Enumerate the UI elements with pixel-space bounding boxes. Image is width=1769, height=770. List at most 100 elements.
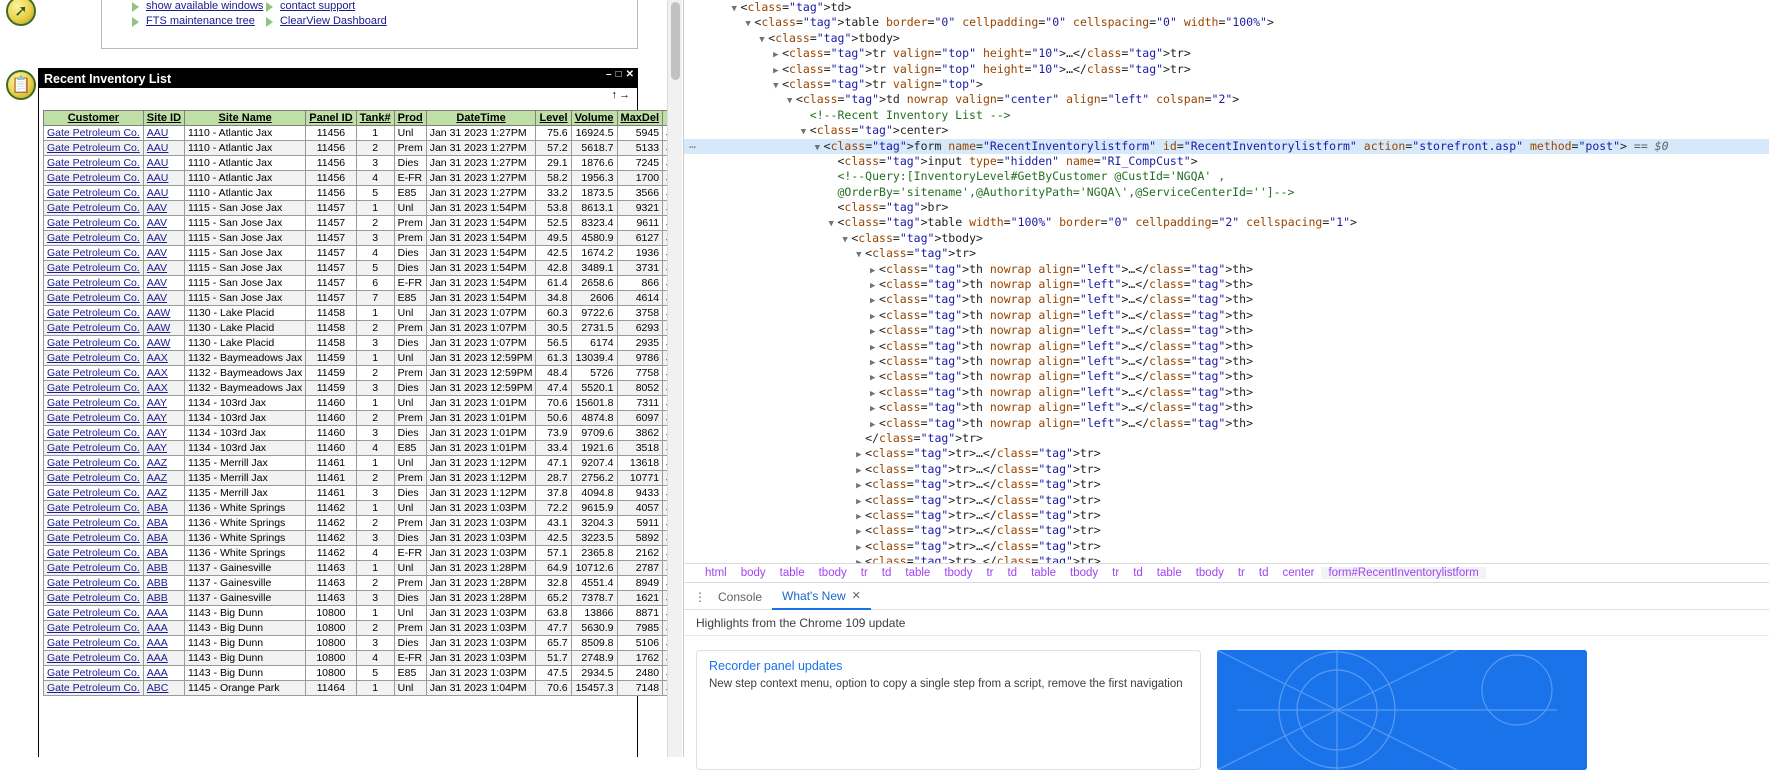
site-id-link[interactable]: AAU	[147, 142, 169, 154]
link-show-available-windows[interactable]: show available windows	[146, 1, 263, 12]
quick-link-row[interactable]: show available windows	[132, 1, 266, 12]
dom-node[interactable]: <class="tag">th nowrap align="left">…</c…	[684, 292, 1769, 307]
column-header-tank[interactable]: Tank#	[355, 110, 395, 126]
site-id-link[interactable]: AAV	[147, 277, 167, 289]
whats-new-card-title[interactable]: Recorder panel updates	[709, 659, 1188, 673]
table-row[interactable]: Gate Petroleum Co. AAV 1115 - San Jose Jax…	[43, 215, 682, 231]
breadcrumb-item[interactable]: table	[1024, 567, 1063, 579]
dom-node[interactable]: <class="tag">tr>…</class="tag">tr>	[684, 508, 1769, 523]
close-icon[interactable]: ✕	[626, 70, 634, 80]
column-header-prod[interactable]: Prod	[393, 110, 427, 126]
table-row[interactable]: Gate Petroleum Co. AAY 1134 - 103rd Jax 114…	[43, 425, 682, 441]
dom-node[interactable]: <class="tag">table width="100%" border="…	[684, 215, 1769, 230]
table-row[interactable]: Gate Petroleum Co. AAA 1143 - Big Dunn 1080…	[43, 635, 682, 651]
site-id-link[interactable]: ABB	[147, 562, 168, 574]
dom-node[interactable]: <class="tag">table border="0" cellpaddin…	[684, 15, 1769, 30]
dom-node[interactable]: <class="tag">tr>…</class="tag">tr>	[684, 554, 1769, 563]
column-header-volume[interactable]: Volume	[570, 110, 618, 126]
table-row[interactable]: Gate Petroleum Co. AAX 1132 - Baymeadows J…	[43, 350, 682, 366]
close-icon[interactable]: ✕	[852, 589, 861, 602]
site-id-link[interactable]: ABA	[147, 547, 168, 559]
devtools-elements-tree[interactable]: <class="tag">td> <class="tag">table bord…	[684, 0, 1769, 563]
customer-link[interactable]: Gate Petroleum Co.	[47, 412, 140, 424]
customer-link[interactable]: Gate Petroleum Co.	[47, 577, 140, 589]
dom-node[interactable]: <class="tag">th nowrap align="left">…</c…	[684, 354, 1769, 369]
site-id-link[interactable]: AAZ	[147, 457, 167, 469]
customer-link[interactable]: Gate Petroleum Co.	[47, 442, 140, 454]
table-row[interactable]: Gate Petroleum Co. AAV 1115 - San Jose Jax…	[43, 245, 682, 261]
table-row[interactable]: Gate Petroleum Co. AAZ 1135 - Merrill Jax 1…	[43, 470, 682, 486]
site-id-link[interactable]: AAX	[147, 382, 168, 394]
customer-link[interactable]: Gate Petroleum Co.	[47, 517, 140, 529]
dom-node[interactable]: <class="tag">tbody>	[684, 231, 1769, 246]
customer-link[interactable]: Gate Petroleum Co.	[47, 607, 140, 619]
maximize-icon[interactable]: □	[616, 70, 622, 80]
breadcrumb-item[interactable]: table	[773, 567, 812, 579]
breadcrumb-item[interactable]: table	[1150, 567, 1189, 579]
customer-link[interactable]: Gate Petroleum Co.	[47, 127, 140, 139]
table-row[interactable]: Gate Petroleum Co. AAX 1132 - Baymeadows J…	[43, 365, 682, 381]
table-row[interactable]: Gate Petroleum Co. AAA 1143 - Big Dunn 1080…	[43, 605, 682, 621]
customer-link[interactable]: Gate Petroleum Co.	[47, 682, 140, 694]
customer-link[interactable]: Gate Petroleum Co.	[47, 217, 140, 229]
site-id-link[interactable]: AAU	[147, 127, 169, 139]
dom-node[interactable]: <class="tag">th nowrap align="left">…</c…	[684, 400, 1769, 415]
dom-node[interactable]: <class="tag">tr valign="top" height="10"…	[684, 46, 1769, 61]
breadcrumb-item[interactable]: tbody	[812, 567, 854, 579]
customer-link[interactable]: Gate Petroleum Co.	[47, 262, 140, 274]
site-id-link[interactable]: AAV	[147, 232, 167, 244]
site-id-link[interactable]: AAV	[147, 247, 167, 259]
customer-link[interactable]: Gate Petroleum Co.	[47, 187, 140, 199]
site-id-link[interactable]: AAV	[147, 262, 167, 274]
customer-link[interactable]: Gate Petroleum Co.	[47, 667, 140, 679]
tab-whats-new[interactable]: What's New ✕	[772, 584, 871, 610]
table-row[interactable]: Gate Petroleum Co. AAY 1134 - 103rd Jax 114…	[43, 440, 682, 456]
table-row[interactable]: Gate Petroleum Co. AAY 1134 - 103rd Jax 114…	[43, 395, 682, 411]
dom-node[interactable]: <class="tag">input type="hidden" name="R…	[684, 154, 1769, 169]
customer-link[interactable]: Gate Petroleum Co.	[47, 562, 140, 574]
customer-link[interactable]: Gate Petroleum Co.	[47, 172, 140, 184]
table-row[interactable]: Gate Petroleum Co. ABB 1137 - Gainesville 1…	[43, 560, 682, 576]
dom-node[interactable]: <class="tag">tr>…</class="tag">tr>	[684, 462, 1769, 477]
tab-console[interactable]: Console	[708, 584, 772, 610]
collapse-triangle-icon[interactable]	[856, 556, 865, 563]
customer-link[interactable]: Gate Petroleum Co.	[47, 652, 140, 664]
breadcrumb-item[interactable]: tr	[854, 567, 875, 579]
quick-link-row[interactable]: FTS maintenance tree	[132, 16, 266, 27]
site-id-link[interactable]: AAA	[147, 652, 168, 664]
table-row[interactable]: Gate Petroleum Co. AAA 1143 - Big Dunn 1080…	[43, 620, 682, 636]
site-id-link[interactable]: AAV	[147, 292, 167, 304]
customer-link[interactable]: Gate Petroleum Co.	[47, 427, 140, 439]
customer-link[interactable]: Gate Petroleum Co.	[47, 337, 140, 349]
column-header-datetime[interactable]: DateTime	[425, 110, 537, 126]
customer-link[interactable]: Gate Petroleum Co.	[47, 322, 140, 334]
site-id-link[interactable]: AAV	[147, 217, 167, 229]
dom-node[interactable]: <class="tag">td>	[684, 0, 1769, 15]
site-id-link[interactable]: ABA	[147, 517, 168, 529]
dom-node[interactable]: </class="tag">tr>	[684, 431, 1769, 446]
dom-node[interactable]: <class="tag">th nowrap align="left">…</c…	[684, 416, 1769, 431]
table-row[interactable]: Gate Petroleum Co. ABA 1136 - White Spring…	[43, 545, 682, 561]
table-row[interactable]: Gate Petroleum Co. AAA 1143 - Big Dunn 1080…	[43, 650, 682, 666]
whats-new-card[interactable]: Recorder panel updates New step context …	[696, 650, 1201, 770]
page-scrollbar[interactable]	[667, 0, 682, 757]
customer-link[interactable]: Gate Petroleum Co.	[47, 202, 140, 214]
dom-node[interactable]: <class="tag">th nowrap align="left">…</c…	[684, 323, 1769, 338]
table-row[interactable]: Gate Petroleum Co. AAV 1115 - San Jose Jax…	[43, 230, 682, 246]
page-scrollbar-thumb[interactable]	[671, 2, 680, 80]
column-header-site-name[interactable]: Site Name	[184, 110, 307, 126]
site-id-link[interactable]: AAX	[147, 352, 168, 364]
site-id-link[interactable]: AAZ	[147, 472, 167, 484]
dom-node[interactable]: <class="tag">tr>…</class="tag">tr>	[684, 539, 1769, 554]
table-row[interactable]: Gate Petroleum Co. AAZ 1135 - Merrill Jax 1…	[43, 485, 682, 501]
link-clearview-dashboard[interactable]: ClearView Dashboard	[280, 16, 387, 27]
dom-node[interactable]: <class="tag">th nowrap align="left">…</c…	[684, 369, 1769, 384]
site-id-link[interactable]: AAZ	[147, 487, 167, 499]
customer-link[interactable]: Gate Petroleum Co.	[47, 592, 140, 604]
site-id-link[interactable]: AAU	[147, 157, 169, 169]
table-row[interactable]: Gate Petroleum Co. AAW 1130 - Lake Placid 1…	[43, 335, 682, 351]
customer-link[interactable]: Gate Petroleum Co.	[47, 502, 140, 514]
dom-node[interactable]: <class="tag">th nowrap align="left">…</c…	[684, 262, 1769, 277]
site-id-link[interactable]: AAY	[147, 412, 167, 424]
site-id-link[interactable]: AAV	[147, 202, 167, 214]
